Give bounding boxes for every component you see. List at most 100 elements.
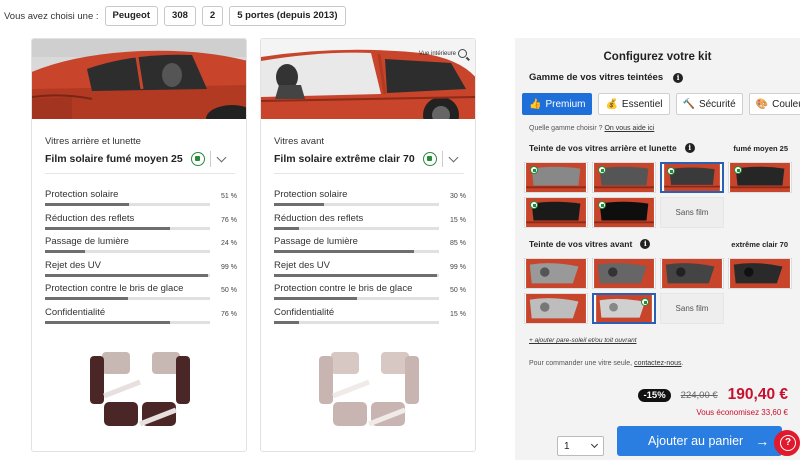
front-section-label: Vitres avant: [274, 136, 324, 147]
tint-swatch[interactable]: [728, 258, 792, 289]
add-to-cart-button[interactable]: Ajouter au panier →: [617, 426, 782, 456]
saving-text: Vous économisez 33,60 €: [696, 408, 788, 417]
certified-badge-icon: [598, 166, 606, 174]
rear-windows-card: Vitres arrière et lunette Film solaire f…: [31, 38, 247, 452]
body-chip[interactable]: 5 portes (depuis 2013): [229, 6, 346, 26]
tint-swatch[interactable]: [592, 162, 656, 193]
tab-label: Essentiel: [621, 98, 663, 110]
metric-value: 99 %: [221, 263, 237, 271]
gamme-tabs: 👍 Premium 💰 Essentiel 🔨 Sécurité 🎨 Coule…: [522, 93, 800, 115]
gamme-help: Quelle gamme choisir ? On vous aide ici: [529, 125, 654, 132]
tint-swatch-no-film[interactable]: Sans film: [660, 197, 724, 228]
tab-label: Couleur: [772, 98, 800, 110]
tint-swatch[interactable]: [524, 162, 588, 193]
tint-swatch-selected[interactable]: [660, 162, 724, 193]
metric-row: Réduction des reflets 15 %: [274, 213, 466, 237]
info-icon[interactable]: i: [640, 239, 651, 249]
view-interior-label: Vue intérieure: [418, 50, 456, 57]
metric-bar-fill: [45, 273, 209, 277]
metric-bar: [45, 297, 210, 300]
rear-film-name: Film solaire fumé moyen 25: [45, 153, 183, 165]
tab-securite[interactable]: 🔨 Sécurité: [675, 93, 743, 115]
tab-couleur[interactable]: 🎨 Couleur: [748, 93, 800, 115]
metric-value: 15 %: [450, 216, 466, 224]
generation-chip[interactable]: 2: [201, 6, 224, 26]
metric-bar-fill: [45, 250, 85, 253]
metric-row: Réduction des reflets 76 %: [45, 213, 237, 237]
tint-swatch-no-film[interactable]: Sans film: [660, 293, 724, 324]
add-sunshade-link[interactable]: + ajouter pare-soleil et/ou toit ouvrant: [529, 337, 637, 344]
tab-premium[interactable]: 👍 Premium: [522, 93, 593, 115]
rear-tint-title-text: Teinte de vos vitres arrière et lunette: [529, 143, 677, 153]
metric-label: Protection contre le bris de glace: [274, 283, 413, 294]
metric-bar: [274, 273, 439, 277]
rear-tint-selected: fumé moyen 25: [733, 144, 788, 153]
certified-badge-icon: [667, 167, 675, 175]
tint-swatch[interactable]: [728, 162, 792, 193]
front-metrics-list: Protection solaire 30 % Réduction des ref…: [274, 189, 466, 330]
vehicle-selection-label: Vous avez choisi une :: [4, 10, 99, 22]
tab-label: Sécurité: [698, 98, 736, 110]
view-interior-toggle[interactable]: Vue intérieure: [419, 49, 467, 58]
car-top-view-front: [319, 352, 419, 427]
metric-row: Rejet des UV 99 %: [274, 260, 466, 284]
configurator-title: Configurez votre kit: [603, 51, 712, 63]
tint-swatch[interactable]: [660, 258, 724, 289]
tint-swatch[interactable]: [524, 258, 588, 289]
metric-bar: [45, 273, 210, 277]
brand-chip[interactable]: Peugeot: [104, 6, 159, 26]
metric-row: Protection contre le bris de glace 50 %: [274, 283, 466, 307]
chevron-down-icon[interactable]: [448, 152, 459, 162]
model-chip[interactable]: 308: [164, 6, 196, 26]
metric-bar-fill: [45, 320, 171, 324]
metric-value: 50 %: [450, 287, 466, 294]
metric-label: Rejet des UV: [45, 259, 101, 271]
metric-label: Passage de lumière: [45, 236, 129, 247]
chevron-down-icon[interactable]: [216, 152, 227, 162]
rear-film-select[interactable]: Film solaire fumé moyen 25: [45, 149, 235, 169]
vehicle-selection-bar: Vous avez choisi une : Peugeot 308 2 5 p…: [4, 6, 346, 26]
tint-swatch[interactable]: [592, 197, 656, 228]
order-note-end: .: [681, 360, 684, 367]
help-chat-button[interactable]: ?: [774, 430, 800, 456]
metric-value: 15 %: [450, 310, 466, 318]
hammer-icon: 🔨: [682, 98, 695, 110]
select-separator: [209, 151, 211, 167]
quantity-select[interactable]: 1: [557, 436, 604, 456]
old-price: 224,00 €: [680, 389, 718, 401]
tint-swatch[interactable]: [524, 293, 588, 324]
gamme-label: Gamme de vos vitres teintées i: [529, 72, 684, 83]
tint-swatch[interactable]: [592, 258, 656, 289]
rear-tint-section-title: Teinte de vos vitres arrière et lunette …: [529, 143, 695, 153]
price-row: -15% 224,00 € 190,40 €: [638, 386, 788, 404]
info-icon[interactable]: i: [673, 72, 684, 83]
metric-bar: [274, 320, 439, 324]
metric-value: 51 %: [221, 193, 237, 200]
contact-link[interactable]: contactez-nous: [634, 360, 681, 367]
certified-badge-icon: [530, 166, 538, 174]
chevron-down-icon: [590, 440, 599, 449]
rear-car-photo: [32, 39, 246, 119]
metric-bar-fill: [274, 226, 299, 230]
info-icon[interactable]: i: [684, 143, 695, 153]
tint-swatch[interactable]: [524, 197, 588, 228]
rear-tint-swatches: Sans film: [524, 162, 792, 228]
help-link[interactable]: On vous aide ici: [604, 125, 654, 132]
metric-label: Protection solaire: [274, 189, 348, 200]
rear-section-label: Vitres arrière et lunette: [45, 136, 141, 147]
quantity-value: 1: [564, 440, 570, 452]
metric-bar-fill: [274, 273, 438, 277]
metric-row: Confidentialité 76 %: [45, 307, 237, 331]
front-tint-swatches: Sans film: [524, 258, 792, 324]
metric-bar-fill: [274, 203, 324, 206]
metric-bar: [45, 250, 210, 253]
metric-bar: [45, 320, 210, 324]
metric-bar-fill: [274, 250, 415, 253]
metric-bar: [45, 203, 210, 206]
tab-essentiel[interactable]: 💰 Essentiel: [598, 93, 670, 115]
front-film-select[interactable]: Film solaire extrême clair 70: [274, 149, 464, 169]
new-price: 190,40 €: [727, 386, 788, 403]
rear-metrics-list: Protection solaire 51 % Réduction des ref…: [45, 189, 237, 330]
single-window-note: Pour commander une vitre seule, contacte…: [529, 360, 684, 367]
tint-swatch-selected[interactable]: [592, 293, 656, 324]
